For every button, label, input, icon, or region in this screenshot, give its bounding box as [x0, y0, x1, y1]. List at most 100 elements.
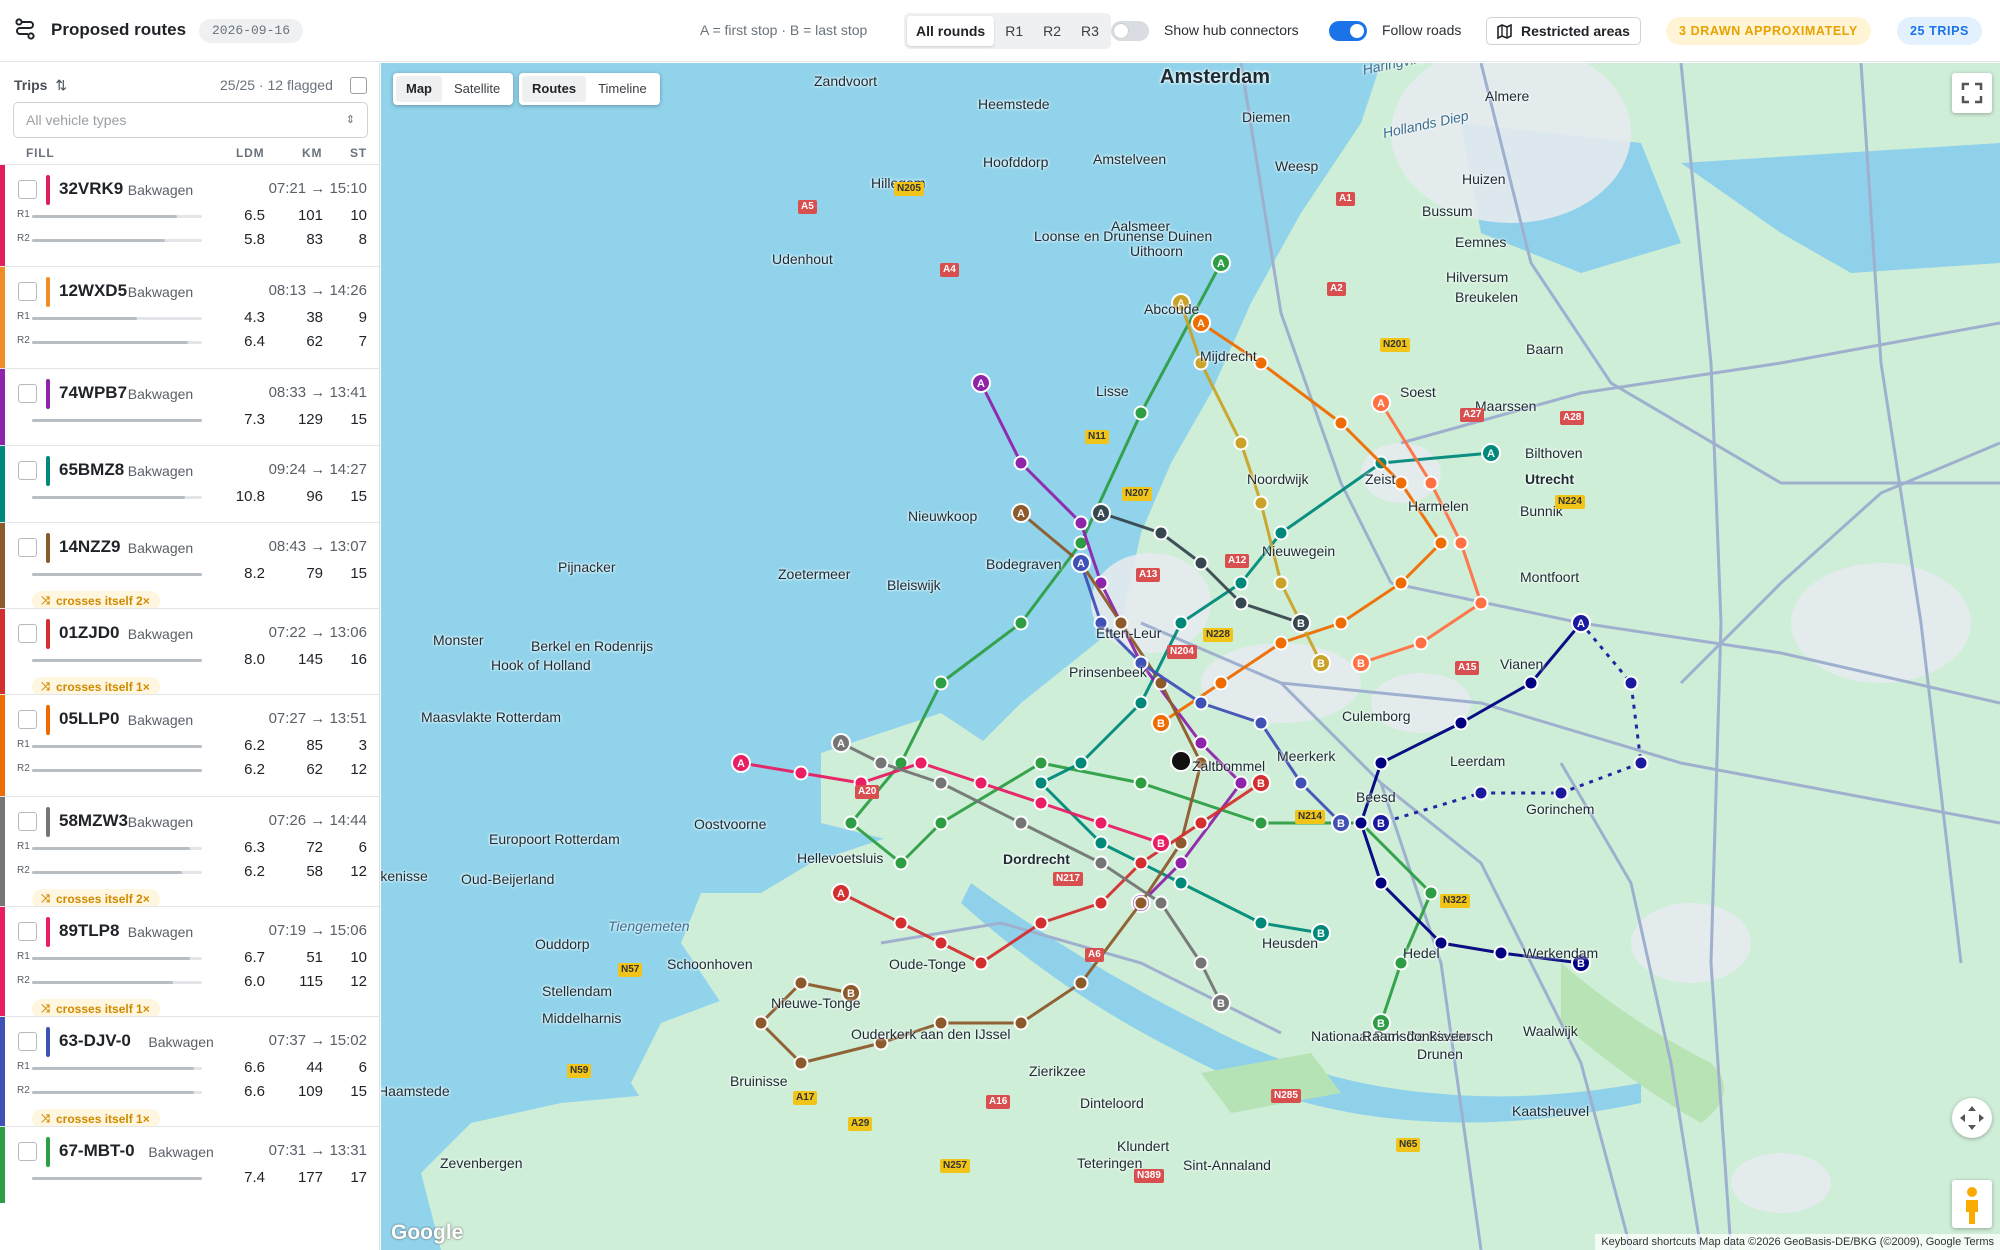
- trip-row[interactable]: 05LLP0 Bakwagen 07:27 → 13:51 R1 6.2 85 3 R2 6.2…: [0, 694, 379, 796]
- route-stop-marker: [1093, 835, 1109, 851]
- route-end-label: B: [1317, 658, 1325, 670]
- trip-row[interactable]: 12WXD5 Bakwagen 08:13 → 14:26 R1 4.3 38 9 R2 6.4…: [0, 266, 379, 368]
- trip-color-bar: [46, 619, 50, 649]
- map-place-label: Berkel en Rodenrijs: [531, 638, 654, 654]
- trip-row[interactable]: 01ZJD0Bakwagen07:22 → 13:068.014516cross…: [0, 608, 379, 697]
- map-place-label: Zaltbommel: [1192, 758, 1266, 774]
- map-place-label: Prinsenbeek: [1069, 664, 1147, 680]
- map-place-label: Tiengemeten: [608, 918, 690, 934]
- map-place-label: Culemborg: [1342, 708, 1411, 724]
- view-timeline[interactable]: Timeline: [588, 76, 657, 102]
- road-sign: N65: [1396, 1138, 1421, 1152]
- column-km: KM: [302, 146, 323, 160]
- map-place-label: Hellevoetsluis: [797, 850, 884, 866]
- trip-checkbox[interactable]: [18, 538, 37, 557]
- trips-heading[interactable]: Trips ⇅: [14, 77, 67, 94]
- round-label: R1: [17, 841, 30, 852]
- follow-roads-toggle[interactable]: [1329, 21, 1367, 41]
- route-stop-marker: [1193, 955, 1209, 971]
- round-ldm: 6.6: [244, 1083, 265, 1100]
- trip-checkbox[interactable]: [18, 812, 37, 831]
- round-option-r3[interactable]: R3: [1072, 16, 1108, 46]
- trip-checkbox[interactable]: [18, 282, 37, 301]
- map-place-label: Hoofddorp: [983, 154, 1049, 170]
- map-place-label: Zierikzee: [1029, 1063, 1086, 1079]
- map-place-label: Ouddorp: [535, 936, 590, 952]
- map-place-label: Utrecht: [1525, 471, 1575, 487]
- route-start-label: A: [977, 378, 985, 390]
- trip-color-bar: [46, 705, 50, 735]
- road-sign: A20: [855, 785, 880, 799]
- trip-plate: 65BMZ8: [59, 460, 125, 479]
- trip-time-window: 07:31 → 13:31: [268, 1142, 367, 1159]
- route-stop-marker: [1623, 675, 1639, 691]
- map-place-label: Uithoorn: [1130, 243, 1183, 259]
- trip-row[interactable]: 63-DJV-0 Bakwagen 07:37 → 15:02 R1 6.6 44 6 R2 6…: [0, 1016, 379, 1129]
- round-stops: 16: [350, 651, 367, 668]
- fill-bar-level: [32, 871, 182, 874]
- round-option-r2[interactable]: R2: [1034, 16, 1070, 46]
- map-place-label: Montfoort: [1520, 569, 1580, 585]
- route-stop-marker: [1373, 755, 1389, 771]
- trip-time-window: 09:24 → 14:27: [268, 461, 367, 478]
- map-type-map[interactable]: Map: [396, 76, 442, 102]
- fullscreen-button[interactable]: [1952, 73, 1992, 113]
- fill-bar-level: [32, 769, 202, 772]
- trip-color-edge: [0, 609, 5, 694]
- round-option-all[interactable]: All rounds: [907, 16, 995, 46]
- route-stop-marker: [843, 815, 859, 831]
- fill-bar-level: [32, 341, 189, 344]
- restricted-areas-button[interactable]: Restricted areas: [1486, 17, 1641, 45]
- trip-row[interactable]: 89TLP8 Bakwagen 07:19 → 15:06 R1 6.7 51 10 R2 6.…: [0, 906, 379, 1019]
- trip-checkbox[interactable]: [18, 461, 37, 480]
- route-stop-marker: [1233, 775, 1249, 791]
- trip-checkbox[interactable]: [18, 624, 37, 643]
- round-option-r1[interactable]: R1: [996, 16, 1032, 46]
- trip-row[interactable]: 58MZW3 Bakwagen 07:26 → 14:44 R1 6.3 72 6 R2 6.2…: [0, 796, 379, 909]
- trip-checkbox[interactable]: [18, 710, 37, 729]
- map-type-satellite[interactable]: Satellite: [444, 76, 510, 102]
- map-place-label: Burgh-Haamstede: [381, 1083, 450, 1099]
- round-km: 62: [306, 333, 323, 350]
- trip-checkbox[interactable]: [18, 1142, 37, 1161]
- fill-bar: [32, 769, 202, 772]
- map-place-label: Drunen: [1417, 1046, 1463, 1062]
- trip-checkbox[interactable]: [18, 922, 37, 941]
- route-stop-marker: [933, 815, 949, 831]
- trip-vehicle-type: Bakwagen: [127, 626, 194, 642]
- route-stop-marker: [1013, 455, 1029, 471]
- trip-checkbox[interactable]: [18, 180, 37, 199]
- trip-checkbox[interactable]: [18, 1032, 37, 1051]
- round-ldm: 6.4: [244, 333, 265, 350]
- map-place-label: Bussum: [1422, 203, 1473, 219]
- map-place-label: Abcoude: [1144, 301, 1200, 317]
- page-title: Proposed routes: [51, 20, 187, 39]
- route-stop-marker: [1373, 875, 1389, 891]
- vehicle-type-select[interactable]: All vehicle types ⇕: [13, 102, 368, 138]
- round-ldm: 6.3: [244, 839, 265, 856]
- view-routes[interactable]: Routes: [522, 76, 587, 102]
- map-attribution[interactable]: Keyboard shortcuts Map data ©2026 GeoBas…: [1595, 1234, 2000, 1250]
- road-sign: N205: [894, 182, 924, 196]
- route-stop-marker: [1253, 495, 1269, 511]
- map-view[interactable]: ABABABABABABABABABABABABABAB AmsterdamHa…: [381, 63, 2000, 1250]
- route-stop-marker: [1153, 895, 1169, 911]
- map-place-label: Raamsdonksveer: [1362, 1028, 1471, 1044]
- street-view-button[interactable]: [1952, 1180, 1992, 1228]
- trip-checkbox[interactable]: [18, 384, 37, 403]
- trip-row[interactable]: 14NZZ9Bakwagen08:43 → 13:078.27915crosse…: [0, 522, 379, 611]
- route-stop-marker: [1193, 735, 1209, 751]
- select-all-checkbox[interactable]: [350, 77, 367, 94]
- map-place-label: Beesd: [1356, 789, 1396, 805]
- route-stop-marker: [793, 975, 809, 991]
- hub-connectors-toggle[interactable]: [1111, 21, 1149, 41]
- camera-control-button[interactable]: [1952, 1098, 1992, 1138]
- trip-row[interactable]: 32VRK9 Bakwagen 07:21 → 15:10 R1 6.5 101 10 R2 5…: [0, 164, 379, 266]
- round-km: 38: [306, 309, 323, 326]
- trip-row[interactable]: 74WPB7 Bakwagen 08:33 → 13:41 7.3 129 15: [0, 368, 379, 445]
- round-stops: 3: [358, 737, 367, 754]
- trip-row[interactable]: 67-MBT-0 Bakwagen 07:31 → 13:31 7.4 177 17: [0, 1126, 379, 1203]
- follow-roads-label: Follow roads: [1382, 22, 1462, 38]
- trip-row[interactable]: 65BMZ8 Bakwagen 09:24 → 14:27 10.8 96 15: [0, 445, 379, 522]
- round-stops: 10: [350, 949, 367, 966]
